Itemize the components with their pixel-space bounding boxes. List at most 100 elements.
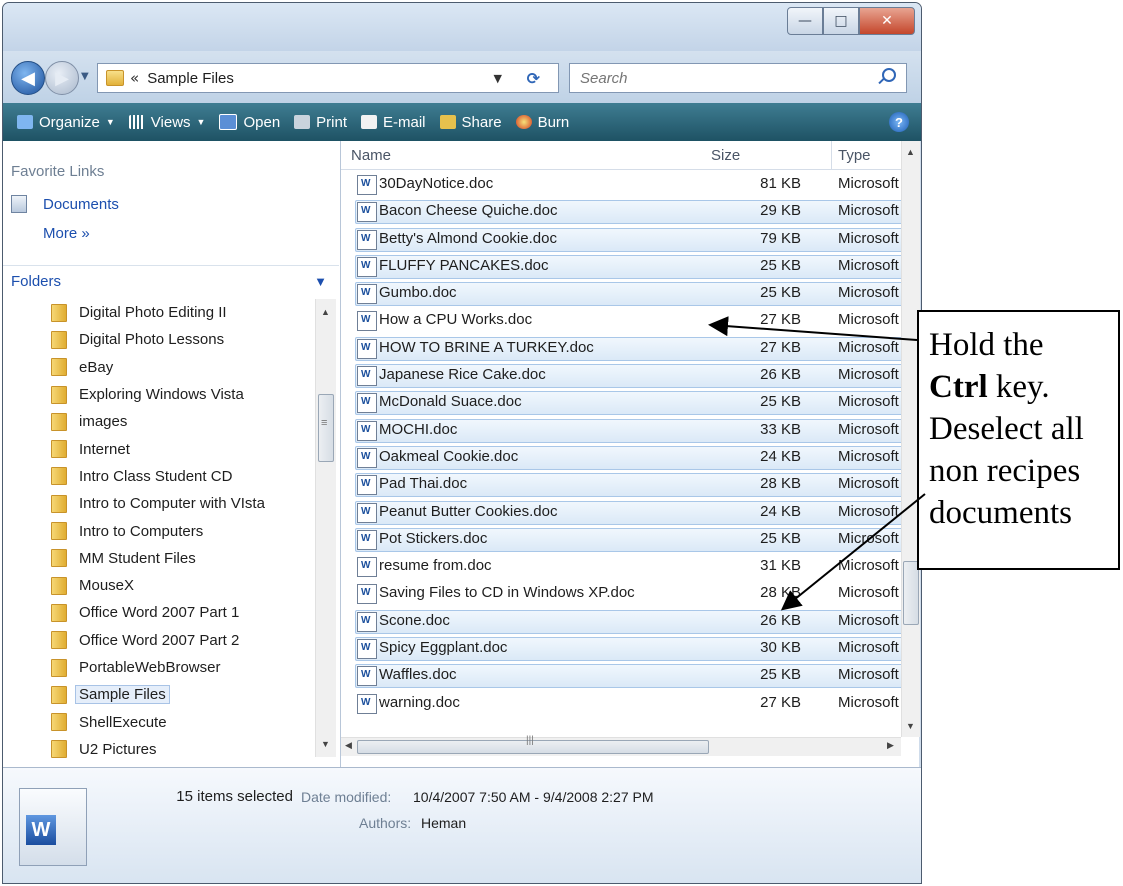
scroll-up-icon[interactable]: ▲ xyxy=(321,307,330,317)
folders-header[interactable]: Folders ▼ xyxy=(3,265,339,296)
folder-tree-item[interactable]: Intro Class Student CD xyxy=(3,463,315,490)
forward-button[interactable]: ▶ xyxy=(45,61,79,95)
file-row[interactable]: HOW TO BRINE A TURKEY.doc 27 KB Microsoft xyxy=(341,335,903,362)
file-type: Microsoft xyxy=(838,611,899,629)
file-row[interactable]: McDonald Suace.doc 25 KB Microsoft xyxy=(341,389,903,416)
file-name: Pad Thai.doc xyxy=(379,475,468,493)
column-header-type[interactable]: Type xyxy=(831,141,871,169)
folder-tree-scrollbar[interactable]: ▲ ≡ ▼ xyxy=(315,299,336,757)
address-dropdown-icon[interactable]: ▼ xyxy=(494,72,502,85)
file-row[interactable]: Gumbo.doc 25 KB Microsoft xyxy=(341,280,903,307)
scrollbar-thumb[interactable] xyxy=(903,561,919,625)
folder-label: PortableWebBrowser xyxy=(79,659,221,676)
email-button[interactable]: E-mail xyxy=(361,114,426,131)
recent-pages-dropdown-icon[interactable]: ▼ xyxy=(81,71,89,82)
authors-label: Authors: xyxy=(359,815,412,831)
folder-tree-item[interactable]: Office Word 2007 Part 2 xyxy=(3,627,315,654)
scroll-down-icon[interactable]: ▼ xyxy=(906,721,915,731)
file-name: Spicy Eggplant.doc xyxy=(379,639,508,657)
file-type: Microsoft xyxy=(838,693,899,711)
column-header-name[interactable]: Name xyxy=(351,147,391,164)
file-row[interactable]: Oakmeal Cookie.doc 24 KB Microsoft xyxy=(341,444,903,471)
word-doc-icon xyxy=(357,502,377,523)
file-row[interactable]: Japanese Rice Cake.doc 26 KB Microsoft xyxy=(341,362,903,389)
file-row[interactable]: warning.doc 27 KB Microsoft xyxy=(341,690,901,717)
scroll-up-icon[interactable]: ▲ xyxy=(906,147,915,157)
file-type: Microsoft xyxy=(838,256,899,274)
maximize-button[interactable]: □ xyxy=(823,7,859,35)
folder-icon xyxy=(51,740,67,759)
file-row[interactable]: Bacon Cheese Quiche.doc 29 KB Microsoft xyxy=(341,198,903,225)
more-link[interactable]: More » xyxy=(43,225,90,242)
word-doc-icon xyxy=(357,475,377,496)
file-row[interactable]: Waffles.doc 25 KB Microsoft xyxy=(341,662,903,689)
file-row[interactable]: FLUFFY PANCAKES.doc 25 KB Microsoft xyxy=(341,253,903,280)
file-size: 33 KB xyxy=(760,420,801,438)
folder-tree-item[interactable]: images xyxy=(3,408,315,435)
callout-line-2: Ctrl key. xyxy=(929,366,1118,408)
refresh-icon[interactable]: ⟳ xyxy=(527,69,540,88)
folder-tree-item[interactable]: MouseX xyxy=(3,572,315,599)
folder-tree-item[interactable]: Sample Files xyxy=(3,681,315,708)
file-row[interactable]: resume from.doc 31 KB Microsoft xyxy=(341,553,901,580)
file-row[interactable]: Pad Thai.doc 28 KB Microsoft xyxy=(341,471,903,498)
word-doc-icon xyxy=(357,202,377,223)
folder-icon xyxy=(51,658,67,677)
folder-icon xyxy=(51,713,67,732)
folder-tree-item[interactable]: MM Student Files xyxy=(3,545,315,572)
burn-button[interactable]: Burn xyxy=(515,114,569,131)
search-input[interactable] xyxy=(578,68,862,88)
file-row[interactable]: Saving Files to CD in Windows XP.doc 28 K… xyxy=(341,580,901,607)
folder-tree-item[interactable]: Intro to Computer with VIsta xyxy=(3,490,315,517)
scroll-right-icon[interactable]: ▶ xyxy=(887,740,894,751)
print-button[interactable]: Print xyxy=(294,114,347,131)
file-row[interactable]: 30DayNotice.doc 81 KB Microsoft xyxy=(341,171,901,198)
folder-tree-item[interactable]: Exploring Windows Vista xyxy=(3,381,315,408)
back-button[interactable]: ◀ xyxy=(11,61,45,95)
folder-tree-item[interactable]: eBay xyxy=(3,354,315,381)
folder-label: Digital Photo Editing II xyxy=(79,304,227,322)
scroll-down-icon[interactable]: ▼ xyxy=(321,739,330,749)
file-row[interactable]: Pot Stickers.doc 25 KB Microsoft xyxy=(341,526,903,553)
folder-tree-item[interactable]: Digital Photo Editing II xyxy=(3,299,315,326)
favorite-link-documents[interactable]: Documents xyxy=(11,195,119,213)
file-list-horizontal-scrollbar[interactable]: ◀ ||| ▶ xyxy=(341,735,901,756)
help-icon[interactable]: ? xyxy=(889,112,909,132)
folder-tree-item[interactable]: Digital Photo Lessons xyxy=(3,326,315,353)
views-button[interactable]: Views ▼ xyxy=(128,114,205,131)
file-row[interactable]: How a CPU Works.doc 27 KB Microsoft xyxy=(341,307,901,334)
folder-icon xyxy=(51,303,67,322)
search-box[interactable] xyxy=(569,63,907,93)
file-row[interactable]: Spicy Eggplant.doc 30 KB Microsoft xyxy=(341,635,903,662)
file-row[interactable]: Peanut Butter Cookies.doc 24 KB Microsoft xyxy=(341,499,903,526)
word-doc-icon xyxy=(357,284,377,305)
breadcrumb-overflow[interactable]: « xyxy=(130,69,139,87)
column-header-size[interactable]: Size xyxy=(711,147,740,164)
file-size: 24 KB xyxy=(760,502,801,520)
folder-tree-item[interactable]: Intro to Computers xyxy=(3,517,315,544)
chevron-down-icon: ▼ xyxy=(314,273,327,289)
folder-label: ShellExecute xyxy=(79,713,167,731)
open-button[interactable]: Open xyxy=(219,114,280,131)
breadcrumb-sample-files[interactable]: Sample Files xyxy=(147,70,234,87)
folder-tree-item[interactable]: Internet xyxy=(3,435,315,462)
scroll-left-icon[interactable]: ◀ xyxy=(345,740,352,751)
folder-tree-item[interactable]: PortableWebBrowser xyxy=(3,654,315,681)
folder-label: Digital Photo Lessons xyxy=(79,331,225,349)
folder-label: eBay xyxy=(79,358,114,376)
organize-button[interactable]: Organize ▼ xyxy=(17,114,115,131)
folder-tree-item[interactable]: Office Word 2007 Part 1 xyxy=(3,599,315,626)
share-button[interactable]: Share xyxy=(439,114,502,131)
folder-label: Internet xyxy=(79,440,130,458)
file-row[interactable]: MOCHI.doc 33 KB Microsoft xyxy=(341,417,903,444)
folder-tree-item[interactable]: ShellExecute xyxy=(3,708,315,735)
search-icon[interactable] xyxy=(882,68,896,82)
minimize-button[interactable]: — xyxy=(787,7,823,35)
close-button[interactable]: ✕ xyxy=(859,7,915,35)
file-row[interactable]: Scone.doc 26 KB Microsoft xyxy=(341,608,903,635)
folder-tree-item[interactable]: U2 Pictures xyxy=(3,736,315,763)
file-type: Microsoft xyxy=(838,447,899,465)
file-row[interactable]: Betty's Almond Cookie.doc 79 KB Microsoft xyxy=(341,226,903,253)
address-bar[interactable]: « Sample Files ▼ ⟳ xyxy=(97,63,559,93)
file-name: Scone.doc xyxy=(379,611,450,629)
